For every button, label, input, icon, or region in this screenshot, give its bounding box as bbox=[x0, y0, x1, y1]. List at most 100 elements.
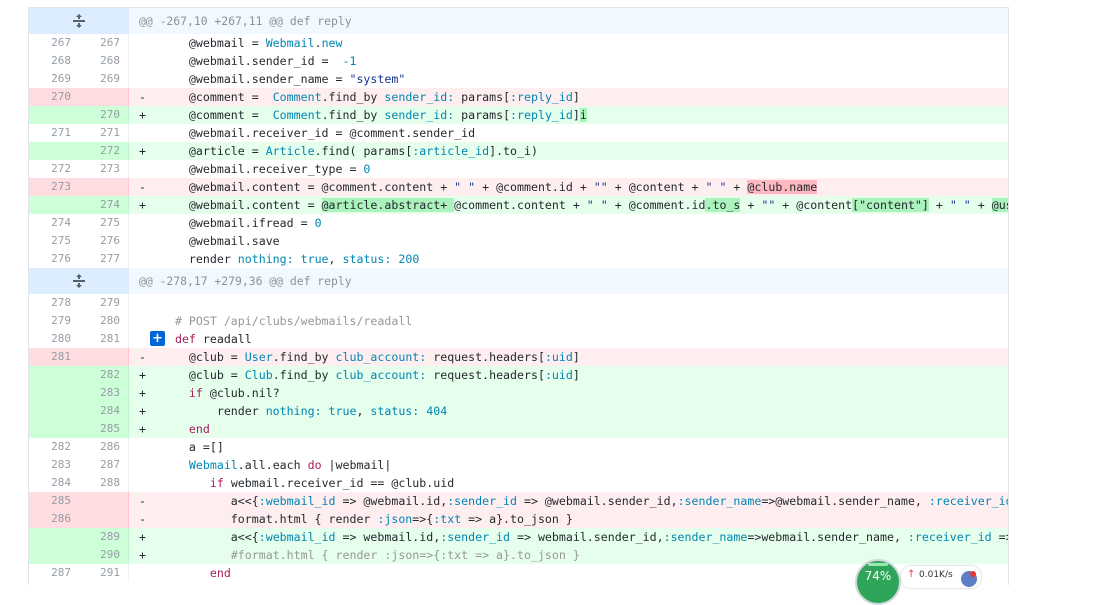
old-line-number[interactable]: 275 bbox=[29, 232, 79, 250]
new-line-number[interactable] bbox=[79, 510, 129, 528]
old-line-number[interactable] bbox=[29, 106, 79, 124]
old-line-number[interactable] bbox=[29, 528, 79, 546]
diff-sign: + bbox=[139, 368, 146, 382]
context-line: 272 273 @webmail.receiver_type = 0 bbox=[29, 160, 1008, 178]
old-line-number[interactable]: 270 bbox=[29, 88, 79, 106]
old-line-number[interactable]: 284 bbox=[29, 474, 79, 492]
new-line-number[interactable]: 276 bbox=[79, 232, 129, 250]
code-text: @webmail.sender_name = "system" bbox=[161, 72, 406, 86]
code-text: @comment = Comment.find_by sender_id: pa… bbox=[161, 108, 587, 122]
new-line-number[interactable]: 272 bbox=[79, 142, 129, 160]
old-line-number[interactable]: 283 bbox=[29, 456, 79, 474]
old-line-number[interactable]: 274 bbox=[29, 214, 79, 232]
code-text: Webmail.all.each do |webmail| bbox=[188, 458, 392, 472]
code-text: a =[] bbox=[161, 440, 224, 454]
added-line: 285 + end bbox=[29, 420, 1008, 438]
diff-sign: + bbox=[139, 144, 146, 158]
hunk-header-text: @@ -278,17 +279,36 @@ def reply bbox=[139, 274, 352, 288]
old-line-number[interactable]: 268 bbox=[29, 52, 79, 70]
unfold-icon[interactable] bbox=[29, 8, 129, 34]
code-text: @webmail.receiver_type = 0 bbox=[161, 162, 371, 176]
old-line-number[interactable] bbox=[29, 546, 79, 564]
new-line-number[interactable]: 281 bbox=[79, 330, 129, 348]
diff-sign: - bbox=[139, 350, 146, 364]
code-text: render nothing: true, status: 404 bbox=[161, 404, 448, 418]
new-line-number[interactable]: 280 bbox=[79, 312, 129, 330]
new-line-number[interactable]: 274 bbox=[79, 196, 129, 214]
new-line-number[interactable]: 286 bbox=[79, 438, 129, 456]
context-line: 280 281 def readall + bbox=[29, 330, 1008, 348]
hunk-header-text: @@ -267,10 +267,11 @@ def reply bbox=[139, 14, 352, 28]
deleted-line: 281 - @club = User.find_by club_account: … bbox=[29, 348, 1008, 366]
old-line-number[interactable]: 278 bbox=[29, 294, 79, 312]
new-line-number[interactable]: 273 bbox=[79, 160, 129, 178]
new-line-number[interactable]: 283 bbox=[79, 384, 129, 402]
added-line: 282 + @club = Club.find_by club_account: … bbox=[29, 366, 1008, 384]
context-line: 279 280 # POST /api/clubs/webmails/readal… bbox=[29, 312, 1008, 330]
context-line: 275 276 @webmail.save bbox=[29, 232, 1008, 250]
new-line-number[interactable]: 287 bbox=[79, 456, 129, 474]
new-line-number[interactable] bbox=[79, 88, 129, 106]
code-text: @webmail.sender_id = -1 bbox=[161, 54, 357, 68]
context-line: 268 268 @webmail.sender_id = -1 bbox=[29, 52, 1008, 70]
network-speed-widget[interactable]: 74% ↑ 0.01K/s bbox=[855, 558, 981, 605]
new-line-number[interactable]: 279 bbox=[79, 294, 129, 312]
new-line-number[interactable]: 282 bbox=[79, 366, 129, 384]
new-line-number[interactable] bbox=[79, 178, 129, 196]
new-line-number[interactable]: 289 bbox=[79, 528, 129, 546]
old-line-number[interactable] bbox=[29, 402, 79, 420]
diff-sign: + bbox=[139, 548, 146, 562]
old-line-number[interactable]: 271 bbox=[29, 124, 79, 142]
old-line-number[interactable] bbox=[29, 420, 79, 438]
old-line-number[interactable]: 282 bbox=[29, 438, 79, 456]
code-text: if @club.nil? bbox=[188, 386, 280, 400]
code-text: @webmail.content = @comment.content + " … bbox=[161, 180, 818, 194]
new-line-number[interactable]: 270 bbox=[79, 106, 129, 124]
old-line-number[interactable]: 276 bbox=[29, 250, 79, 268]
new-line-number[interactable]: 275 bbox=[79, 214, 129, 232]
old-line-number[interactable] bbox=[29, 384, 79, 402]
new-line-number[interactable]: 269 bbox=[79, 70, 129, 88]
new-line-number[interactable]: 284 bbox=[79, 402, 129, 420]
old-line-number[interactable]: 279 bbox=[29, 312, 79, 330]
context-line: 278 279 bbox=[29, 294, 1008, 312]
diff-sign: + bbox=[139, 404, 146, 418]
new-line-number[interactable]: 291 bbox=[79, 564, 129, 582]
old-line-number[interactable] bbox=[29, 196, 79, 214]
old-line-number[interactable] bbox=[29, 142, 79, 160]
new-line-number[interactable]: 268 bbox=[79, 52, 129, 70]
added-line: 283 + if @club.nil? bbox=[29, 384, 1008, 402]
add-comment-button[interactable]: + bbox=[150, 331, 165, 346]
diff-sign: - bbox=[139, 180, 146, 194]
old-line-number[interactable] bbox=[29, 366, 79, 384]
old-line-number[interactable]: 272 bbox=[29, 160, 79, 178]
new-line-number[interactable]: 267 bbox=[79, 34, 129, 52]
new-line-number[interactable]: 285 bbox=[79, 420, 129, 438]
old-line-number[interactable]: 269 bbox=[29, 70, 79, 88]
old-line-number[interactable]: 280 bbox=[29, 330, 79, 348]
new-line-number[interactable]: 277 bbox=[79, 250, 129, 268]
code-text: def readall bbox=[174, 332, 252, 346]
added-line: 270 + @comment = Comment.find_by sender_i… bbox=[29, 106, 1008, 124]
new-line-number[interactable] bbox=[79, 348, 129, 366]
speed-panel[interactable]: ↑ 0.01K/s bbox=[901, 566, 981, 588]
old-line-number[interactable]: 273 bbox=[29, 178, 79, 196]
old-line-number[interactable]: 287 bbox=[29, 564, 79, 582]
old-line-number[interactable]: 286 bbox=[29, 510, 79, 528]
context-line: 269 269 @webmail.sender_name = "system" bbox=[29, 70, 1008, 88]
old-line-number[interactable]: 285 bbox=[29, 492, 79, 510]
unfold-icon[interactable] bbox=[29, 268, 129, 294]
new-line-number[interactable]: 271 bbox=[79, 124, 129, 142]
code-text: @webmail.save bbox=[161, 234, 280, 248]
old-line-number[interactable]: 281 bbox=[29, 348, 79, 366]
gauge-highlight bbox=[868, 563, 888, 566]
old-line-number[interactable]: 267 bbox=[29, 34, 79, 52]
diff-sign: + bbox=[139, 422, 146, 436]
upload-speed: 0.01K/s bbox=[919, 570, 953, 580]
new-line-number[interactable] bbox=[79, 492, 129, 510]
memory-gauge[interactable]: 74% bbox=[855, 559, 901, 605]
code-text: if webmail.receiver_id == @club.uid bbox=[209, 476, 455, 490]
diff-sign: + bbox=[139, 386, 146, 400]
new-line-number[interactable]: 290 bbox=[79, 546, 129, 564]
new-line-number[interactable]: 288 bbox=[79, 474, 129, 492]
